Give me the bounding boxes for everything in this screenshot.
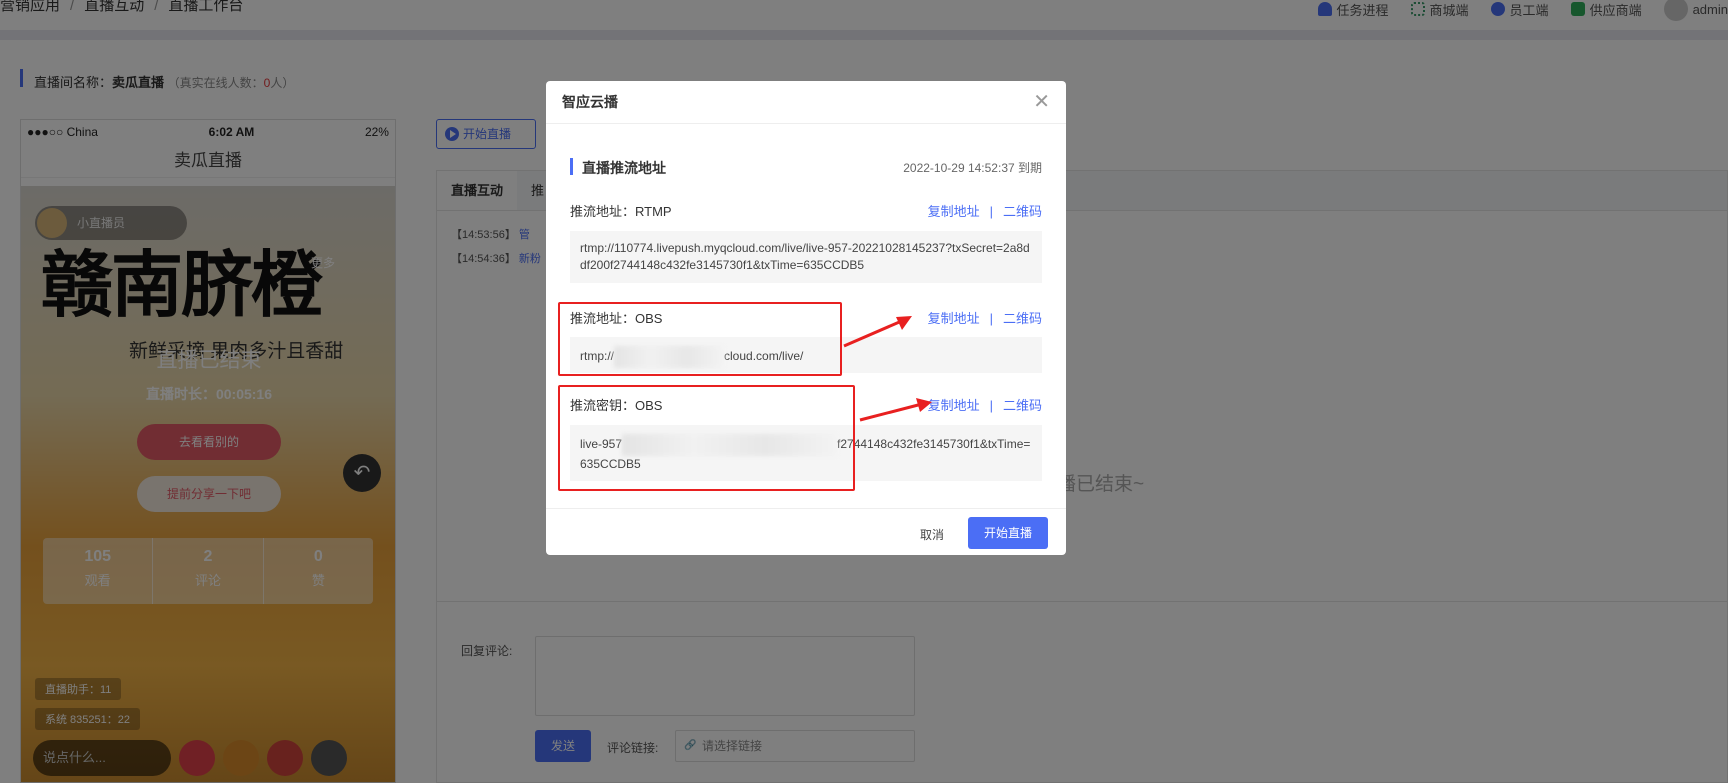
rtmp-actions: 复制地址 | 二维码	[927, 204, 1042, 219]
close-icon[interactable]: ✕	[1033, 92, 1050, 112]
qrcode-link[interactable]: 二维码	[1003, 204, 1042, 219]
red-arrow-icon	[859, 398, 932, 422]
obs-key-actions: 复制地址 | 二维码	[927, 398, 1042, 413]
rtmp-row: 推流地址：RTMP 复制地址 | 二维码 rtmp://110774.livepus…	[570, 201, 1042, 283]
copy-address-link[interactable]: 复制地址	[928, 204, 980, 219]
start-live-confirm-button[interactable]: 开始直播	[968, 517, 1048, 549]
section-title: 直播推流地址	[570, 158, 666, 178]
red-arrow-icon	[843, 316, 912, 348]
expire-time: 2022-10-29 14:52:37 到期	[903, 161, 1042, 175]
qrcode-link[interactable]: 二维码	[1003, 311, 1042, 326]
copy-address-link[interactable]: 复制地址	[928, 311, 980, 326]
dialog-header: 智应云播 ✕	[546, 81, 1066, 124]
highlight-box	[558, 302, 842, 376]
qrcode-link[interactable]: 二维码	[1003, 398, 1042, 413]
dialog-footer: 取消 开始直播	[546, 508, 1066, 555]
cancel-button[interactable]: 取消	[920, 526, 944, 543]
obs-address-actions: 复制地址 | 二维码	[927, 311, 1042, 326]
highlight-box	[558, 385, 855, 491]
dialog-title: 智应云播	[562, 94, 618, 110]
rtmp-url-value: rtmp://110774.livepush.myqcloud.com/live…	[570, 231, 1042, 283]
